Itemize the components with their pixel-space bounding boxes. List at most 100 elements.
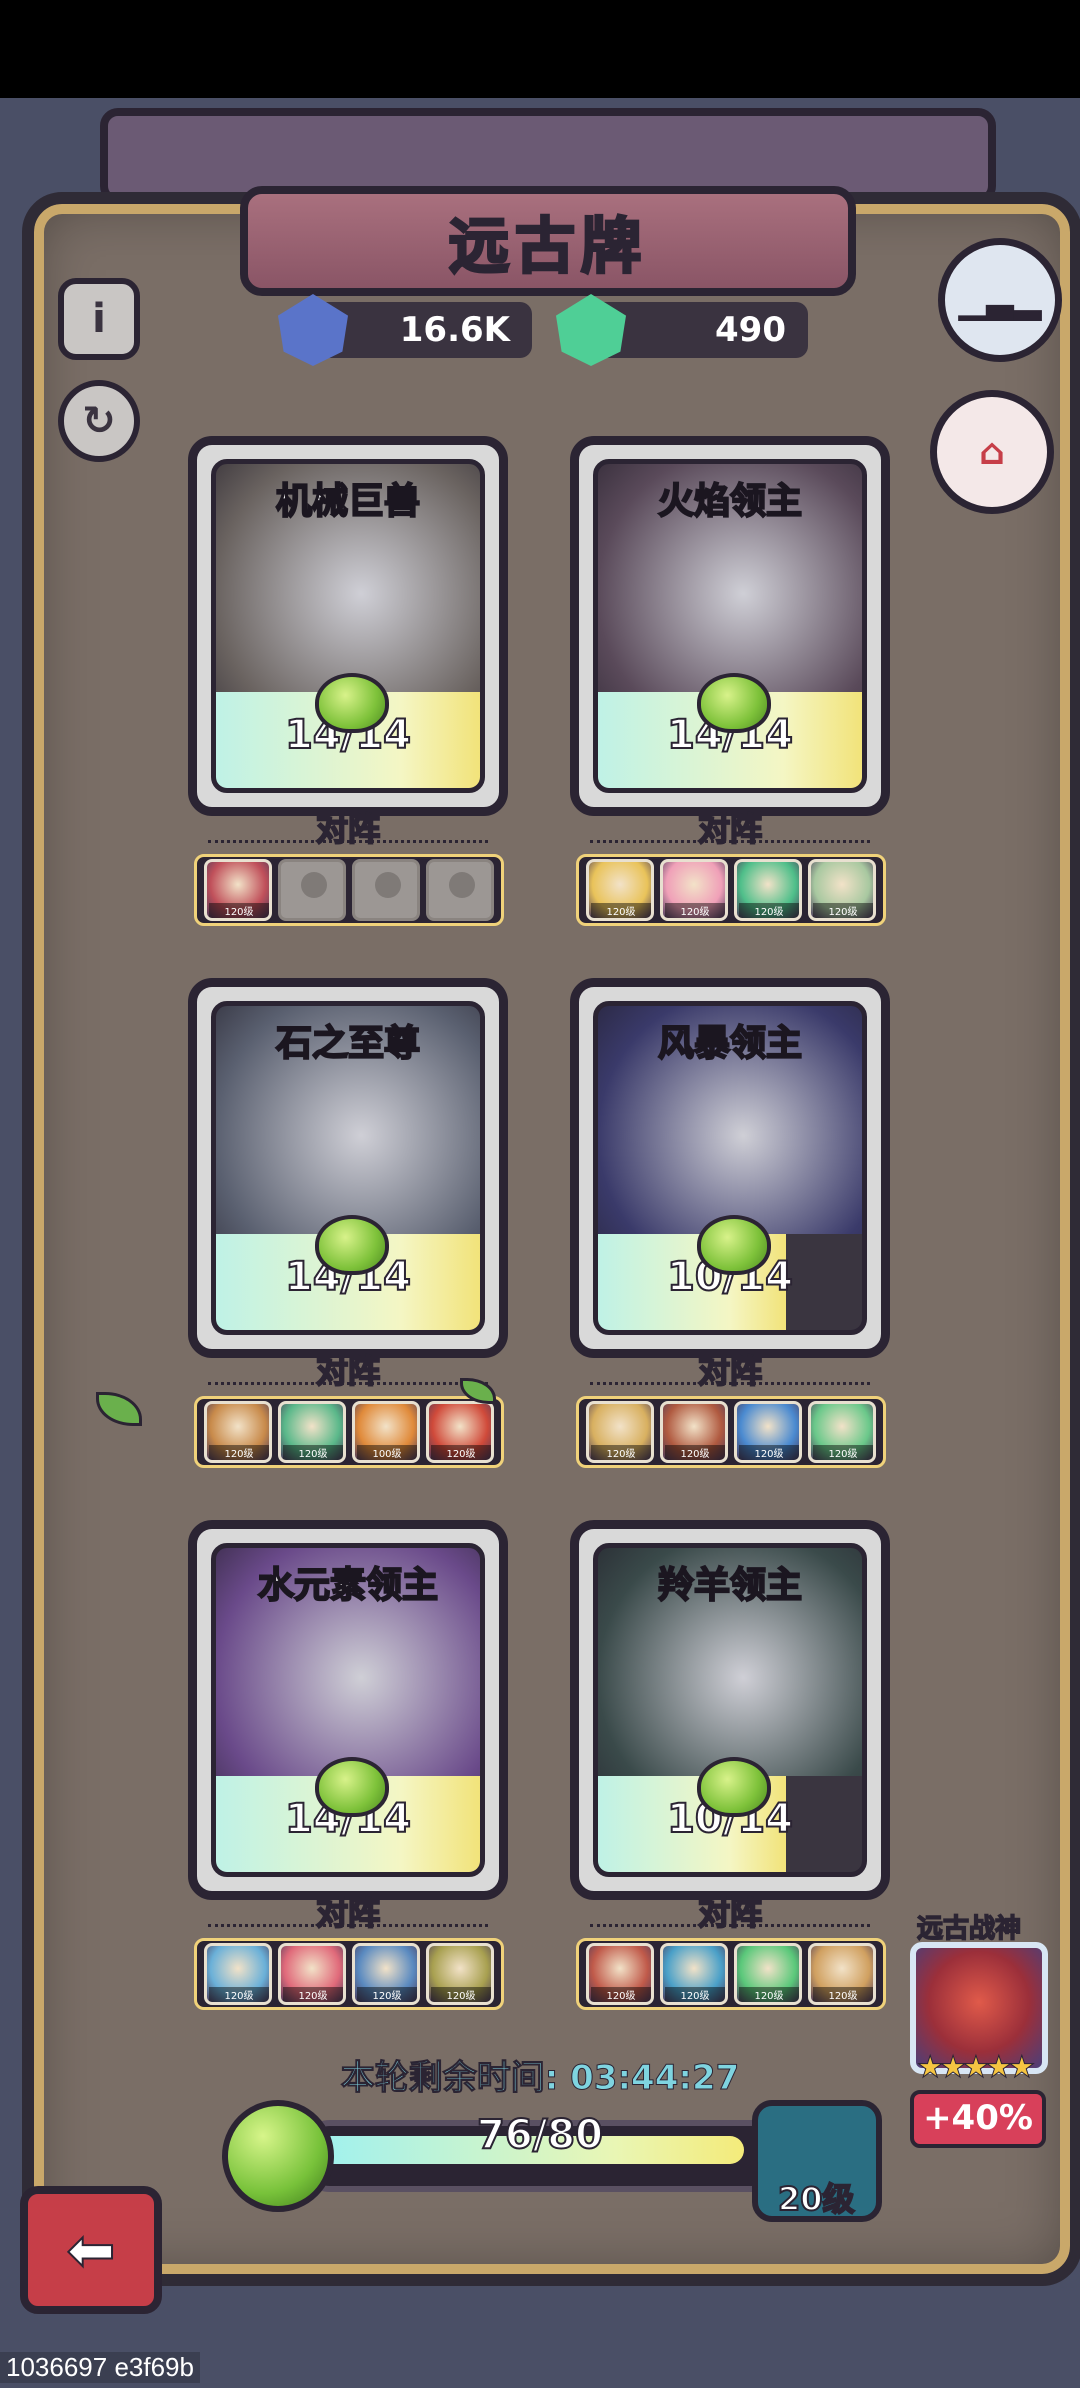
hero-portrait[interactable]: 120级 [204,1401,272,1463]
shop-button[interactable]: ⌂ [930,390,1054,514]
boss-card[interactable]: 风暴领主 10/14 [570,978,890,1358]
hero-level: 100级 [357,1445,417,1460]
opponent-team[interactable]: 120级 120级 100级 120级 [194,1396,504,1468]
hero-level: 120级 [209,1987,269,2002]
boss-art: 水元素领主 14/14 [211,1543,485,1877]
bean-icon [315,1215,389,1275]
bonus-badge: +40% [910,2090,1046,2148]
boss-art: 火焰领主 14/14 [593,459,867,793]
hero-level: 120级 [665,1445,725,1460]
bean-icon [697,1215,771,1275]
shop-icon: ⌂ [979,431,1005,473]
hero-portrait[interactable]: 120级 [734,859,802,921]
back-button[interactable]: ⬅ [20,2186,162,2314]
boss-art: 机械巨兽 14/14 [211,459,485,793]
page-title: 远古牌 [448,210,647,283]
hero-portrait[interactable]: 120级 [586,1943,654,2005]
bean-icon [697,673,771,733]
opponent-team[interactable]: 120级 120级 120级 120级 [576,1396,886,1468]
divider [590,840,870,843]
hero-portrait[interactable]: 120级 [734,1401,802,1463]
empty-hero-slot[interactable] [278,859,346,921]
blue-gem-value: 16.6K [399,310,510,350]
chest-level: 20级 [777,2179,856,2219]
hero-level: 120级 [813,903,873,918]
opponent-team[interactable]: 120级 120级 120级 120级 [194,1938,504,2010]
hero-level: 120级 [283,1987,343,2002]
hero-level: 120级 [591,1445,651,1460]
hero-level: 120级 [357,1987,417,2002]
green-gem-value: 490 [715,310,786,350]
boss-art: 羚羊领主 10/14 [593,1543,867,1877]
versus-label: 对阵 [315,1893,381,1933]
divider [590,1924,870,1927]
hero-portrait[interactable]: 120级 [426,1943,494,2005]
ranking-button[interactable]: ▁▃▂ [938,238,1062,362]
boss-card[interactable]: 石之至尊 14/14 [188,978,508,1358]
hero-level: 120级 [739,1445,799,1460]
divider [208,1924,488,1927]
versus-label: 对阵 [315,809,381,849]
hero-portrait[interactable]: 120级 [204,1943,272,2005]
hero-portrait[interactable]: 120级 [660,859,728,921]
hero-portrait[interactable]: 120级 [426,1401,494,1463]
bean-icon [697,1757,771,1817]
boss-art: 风暴领主 10/14 [593,1001,867,1335]
boss-card[interactable]: 羚羊领主 10/14 [570,1520,890,1900]
bean-icon [315,673,389,733]
divider [208,840,488,843]
hero-portrait[interactable]: 120级 [808,859,876,921]
info-icon: ⅰ [92,296,106,342]
boss-name: 羚羊领主 [657,1564,803,1607]
versus-label: 对阵 [697,1893,763,1933]
hero-portrait[interactable]: 120级 [204,859,272,921]
boss-card[interactable]: 火焰领主 14/14 [570,436,890,816]
bean-icon [222,2100,334,2212]
hero-level: 120级 [813,1987,873,2002]
hero-level: 120级 [283,1445,343,1460]
hero-level: 120级 [431,1445,491,1460]
build-id: 1036697 e3f69b [0,2352,200,2383]
hero-portrait[interactable]: 120级 [278,1401,346,1463]
boss-art: 石之至尊 14/14 [211,1001,485,1335]
hero-portrait[interactable]: 120级 [586,859,654,921]
hero-level: 120级 [665,903,725,918]
hero-portrait[interactable]: 120级 [808,1401,876,1463]
hero-portrait[interactable]: 120级 [808,1943,876,2005]
refresh-button[interactable]: ↻ [58,380,140,462]
info-button[interactable]: ⅰ [58,278,140,360]
boss-name: 机械巨兽 [275,480,421,523]
boss-card[interactable]: 水元素领主 14/14 [188,1520,508,1900]
hero-level: 120级 [665,1987,725,2002]
opponent-team[interactable]: 120级 120级 120级 120级 [576,854,886,926]
refresh-icon: ↻ [82,398,116,444]
versus-label: 对阵 [697,809,763,849]
opponent-team[interactable]: 120级 120级 120级 120级 [576,1938,886,2010]
ancient-god-title: 远古战神 [916,1913,1022,1945]
boss-name: 水元素领主 [257,1564,439,1607]
back-arrow-icon: ⬅ [66,2215,117,2285]
hero-portrait[interactable]: 120级 [660,1401,728,1463]
opponent-team[interactable]: 120级 [194,854,504,926]
hero-level: 120级 [739,1987,799,2002]
empty-hero-slot[interactable] [352,859,420,921]
hero-level: 120级 [739,903,799,918]
hero-level: 120级 [209,903,269,918]
hero-portrait[interactable]: 120级 [660,1943,728,2005]
hero-portrait[interactable]: 100级 [352,1401,420,1463]
empty-hero-slot[interactable] [426,859,494,921]
boss-card[interactable]: 机械巨兽 14/14 [188,436,508,816]
hero-portrait[interactable]: 120级 [352,1943,420,2005]
ranking-podium-icon: ▁▃▂ [958,279,1042,321]
hero-portrait[interactable]: 120级 [586,1401,654,1463]
boss-name: 风暴领主 [657,1022,803,1065]
hero-portrait[interactable]: 120级 [734,1943,802,2005]
title-plate: 远古牌 [240,186,856,296]
hero-level: 120级 [431,1987,491,2002]
divider [590,1382,870,1385]
boss-name: 石之至尊 [275,1022,421,1065]
versus-label: 对阵 [697,1351,763,1391]
hero-level: 120级 [591,1987,651,2002]
hero-portrait[interactable]: 120级 [278,1943,346,2005]
star-rating: ★★★★★ [916,2050,1035,2086]
